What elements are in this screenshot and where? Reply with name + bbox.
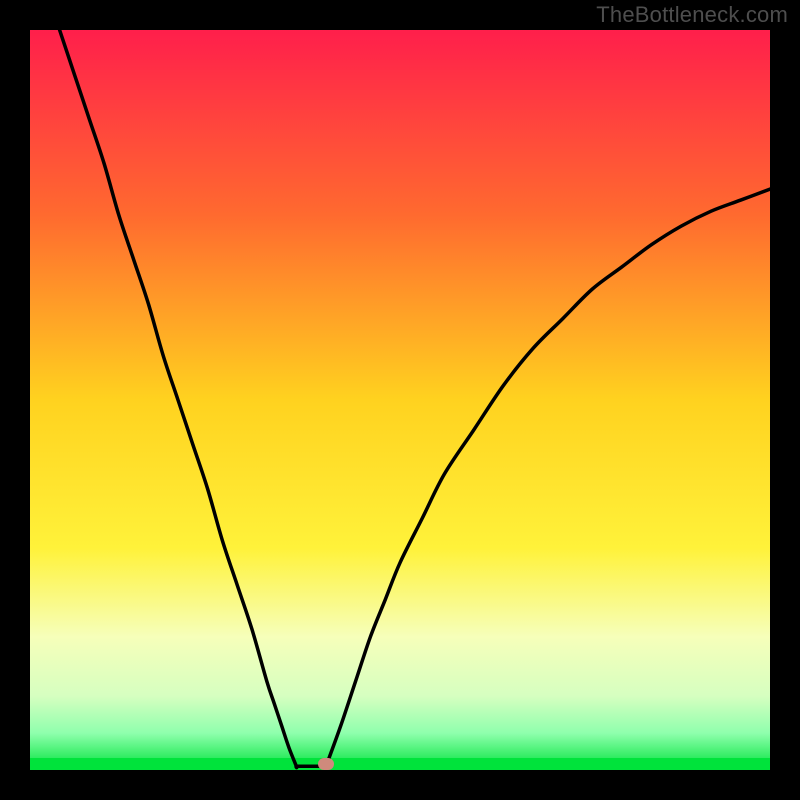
bottleneck-curve [30, 30, 770, 770]
chart-frame: TheBottleneck.com [0, 0, 800, 800]
optimal-point-marker [318, 758, 334, 770]
watermark-text: TheBottleneck.com [596, 2, 788, 28]
plot-area [30, 30, 770, 770]
